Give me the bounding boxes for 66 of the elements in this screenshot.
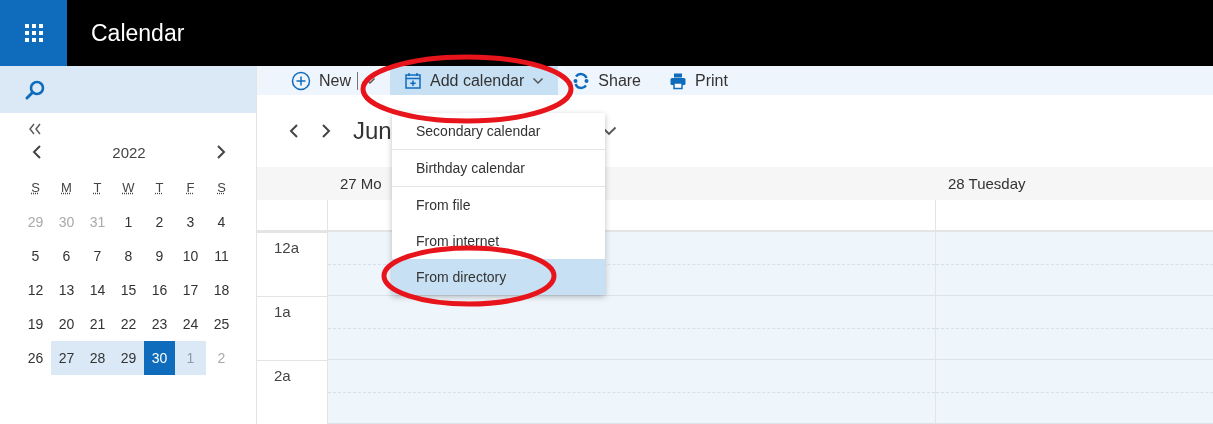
caret-icon <box>532 76 545 85</box>
calendar-day[interactable]: 7 <box>82 239 113 273</box>
calendar-day[interactable]: 10 <box>175 239 206 273</box>
weekday-label: W <box>121 179 136 197</box>
calendar-day[interactable]: 20 <box>51 307 82 341</box>
calendar-day[interactable]: 19 <box>20 307 51 341</box>
waffle-icon <box>23 23 44 43</box>
calendar-day[interactable]: 11 <box>206 239 237 273</box>
weekday-label: M <box>60 179 73 197</box>
menu-item[interactable]: From directory <box>392 259 605 295</box>
calendar-day[interactable]: 25 <box>206 307 237 341</box>
collapse-icon[interactable] <box>28 123 42 135</box>
weekday-label: S <box>216 179 227 197</box>
calendar-day[interactable]: 17 <box>175 273 206 307</box>
calendar-day[interactable]: 15 <box>113 273 144 307</box>
calendar-day[interactable]: 5 <box>20 239 51 273</box>
share-button[interactable]: Share <box>558 66 655 95</box>
calendar-day[interactable]: 12 <box>20 273 51 307</box>
printer-icon <box>669 71 687 90</box>
calendar-day[interactable]: 4 <box>206 205 237 239</box>
weekday-label: F <box>185 179 196 197</box>
calendar-day[interactable]: 27 <box>51 341 82 375</box>
print-button[interactable]: Print <box>655 66 742 95</box>
calendar-day[interactable]: 2 <box>144 205 175 239</box>
new-button[interactable]: New <box>277 66 390 95</box>
calendar-day[interactable]: 29 <box>113 341 144 375</box>
calendar-day[interactable]: 14 <box>82 273 113 307</box>
calendar-day[interactable]: 23 <box>144 307 175 341</box>
calendar-day[interactable]: 13 <box>51 273 82 307</box>
menu-item[interactable]: Birthday calendar <box>392 150 605 187</box>
app-launcher-button[interactable] <box>0 0 67 66</box>
previous-icon[interactable] <box>32 144 42 160</box>
previous-icon[interactable] <box>289 123 299 139</box>
menu-item[interactable]: From file <box>392 187 605 223</box>
day-header: 27 Mo <box>340 175 382 192</box>
calendar-day[interactable]: 6 <box>51 239 82 273</box>
search-icon <box>24 78 46 101</box>
weekday-label: S <box>30 179 41 197</box>
calendar-day[interactable]: 28 <box>82 341 113 375</box>
hour-label: 12a <box>274 239 300 256</box>
calendar-day[interactable]: 22 <box>113 307 144 341</box>
next-icon[interactable] <box>216 144 226 160</box>
calendar-day[interactable]: 16 <box>144 273 175 307</box>
year-label: 2022 <box>112 143 146 161</box>
next-icon[interactable] <box>321 123 331 139</box>
weekday-label: T <box>154 179 165 197</box>
app-title: Calendar <box>91 19 185 47</box>
add-calendar-button[interactable]: Add calendar <box>390 66 559 95</box>
calendar-day[interactable]: 24 <box>175 307 206 341</box>
calendar-day[interactable]: 1 <box>113 205 144 239</box>
calendar-day[interactable]: 26 <box>20 341 51 375</box>
calendar-day[interactable]: 8 <box>113 239 144 273</box>
plus-circle-icon <box>291 70 311 91</box>
calendar-day[interactable]: 9 <box>144 239 175 273</box>
menu-item[interactable]: Secondary calendar <box>392 113 605 150</box>
day-header: 28 Tuesday <box>948 175 1026 192</box>
share-icon <box>572 71 591 90</box>
calendar-day[interactable]: 21 <box>82 307 113 341</box>
menu-item[interactable]: From internet <box>392 223 605 259</box>
calendar-day[interactable]: 30 <box>144 341 175 375</box>
calendar-plus-icon <box>404 71 422 90</box>
hour-label: 2a <box>274 367 291 384</box>
calendar-day[interactable]: 3 <box>175 205 206 239</box>
weekday-label: T <box>92 179 103 197</box>
hour-label: 1a <box>274 303 291 320</box>
calendar-day[interactable]: 18 <box>206 273 237 307</box>
